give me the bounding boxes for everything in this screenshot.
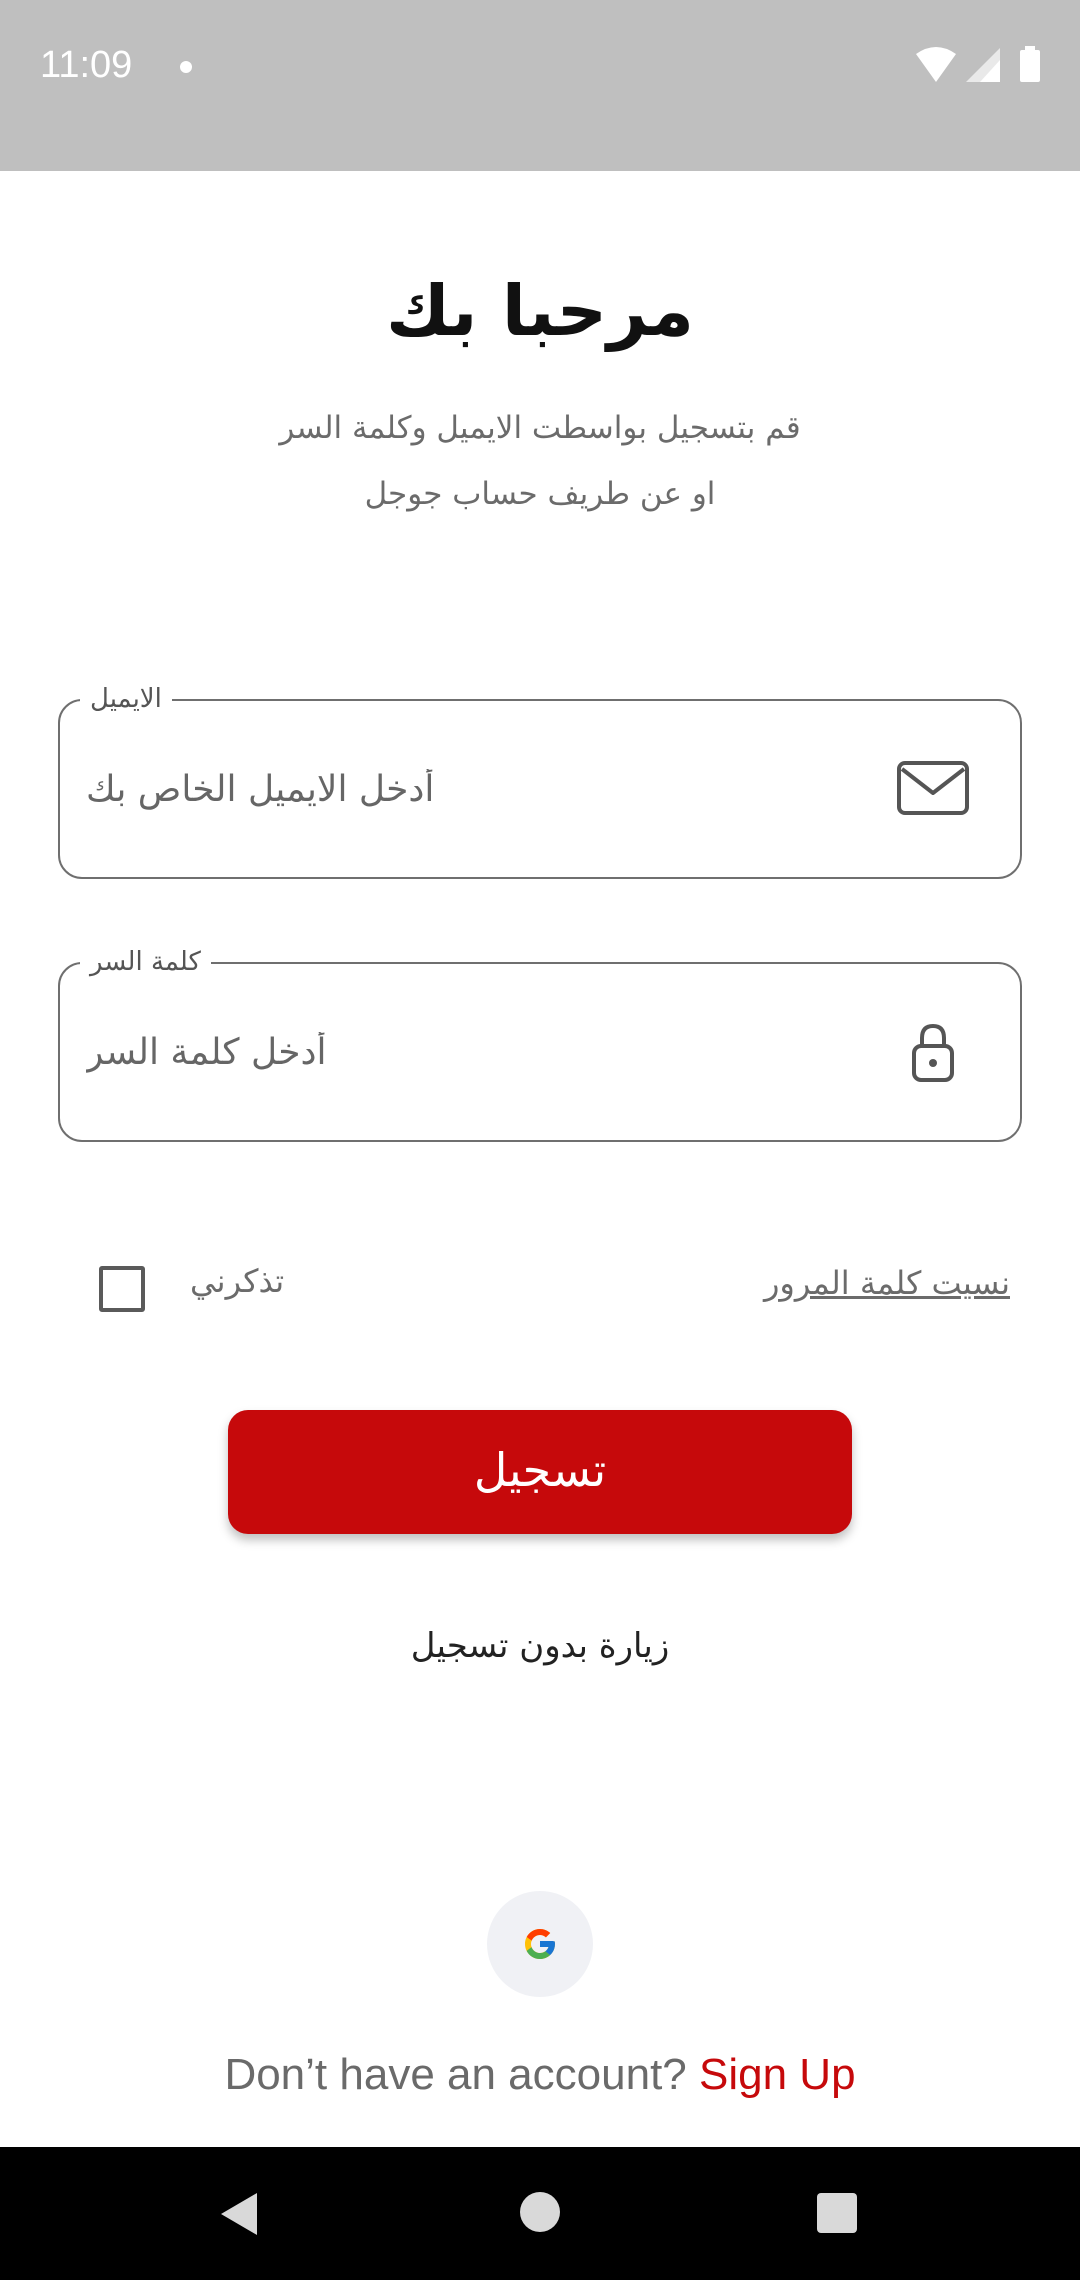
status-bar: 11:09	[0, 0, 1080, 171]
navigation-bar	[0, 2147, 1080, 2280]
signup-row: Don’t have an account? Sign Up	[0, 2050, 1080, 2100]
page-title: مرحبا بك	[385, 270, 695, 352]
remember-me-checkbox[interactable]	[99, 1266, 145, 1312]
back-icon[interactable]	[217, 2191, 263, 2237]
email-field-label: الايميل	[80, 679, 172, 719]
password-field-label: كلمة السر	[80, 942, 211, 982]
wifi-icon	[916, 47, 956, 82]
home-icon[interactable]	[520, 2192, 560, 2232]
status-icons	[916, 46, 1040, 82]
password-input[interactable]	[86, 1020, 866, 1084]
google-icon	[525, 1929, 555, 1959]
recents-icon[interactable]	[817, 2193, 857, 2233]
login-screen: 11:09 مرحبا بك قم بتسجيل بواسطت الايميل …	[0, 0, 1080, 2280]
signup-prompt: Don’t have an account?	[224, 2050, 687, 2099]
google-signin-button[interactable]	[487, 1891, 593, 1997]
signup-link[interactable]: Sign Up	[699, 2050, 856, 2099]
password-field[interactable]: كلمة السر	[58, 942, 1022, 1142]
lock-icon	[912, 1023, 954, 1082]
status-time: 11:09	[40, 44, 133, 86]
forgot-password-link[interactable]: نسيت كلمة المرور	[764, 1264, 1010, 1302]
subtitle-line-2: او عن طريف حساب جوجل	[364, 476, 716, 512]
battery-icon	[1020, 50, 1040, 82]
page-subtitle: قم بتسجيل بواسطت الايميل وكلمة السر او ع…	[0, 395, 1080, 527]
guest-visit-link[interactable]: زيارة بدون تسجيل	[0, 1626, 1080, 1666]
notification-dot-icon	[180, 61, 192, 73]
login-button[interactable]: تسجيل	[228, 1410, 852, 1534]
email-field[interactable]: الايميل	[58, 679, 1022, 879]
subtitle-line-1: قم بتسجيل بواسطت الايميل وكلمة السر	[279, 410, 801, 446]
mail-icon	[897, 761, 969, 815]
email-input[interactable]	[86, 757, 866, 821]
remember-me-label: تذكرني	[190, 1262, 285, 1300]
